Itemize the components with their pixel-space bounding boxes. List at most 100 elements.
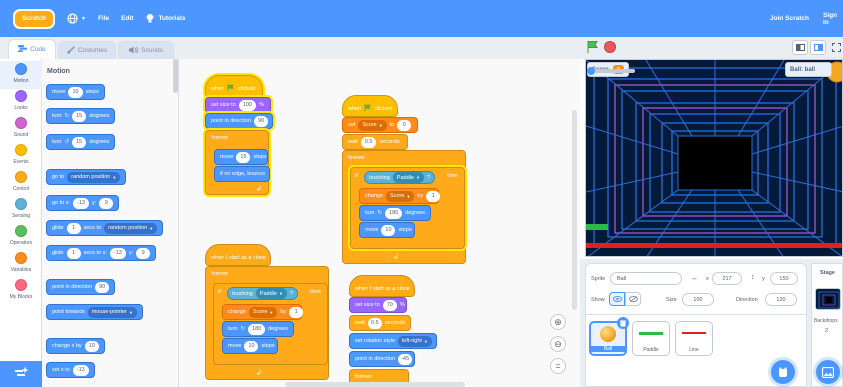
touching-condition[interactable]: touching Paddle ▼? xyxy=(364,171,435,184)
block-input[interactable]: 180 xyxy=(385,207,403,219)
if-then-block[interactable]: if touching Paddle ▼? then change Score ▼ by 1… xyxy=(350,167,465,249)
language-menu[interactable]: ▼ xyxy=(67,13,86,24)
goto-dropdown[interactable]: random position ▼ xyxy=(67,171,121,183)
palette-point-towards-block[interactable]: point towards mouse-pointer ▼ xyxy=(46,304,143,320)
set-rotation-style-block[interactable]: set rotation style left-right ▼ xyxy=(349,333,437,349)
category-sensing[interactable]: Sensing xyxy=(0,196,42,224)
move-steps-block[interactable]: move 10 steps xyxy=(359,222,415,238)
ball-monitor[interactable]: Ball: ball xyxy=(785,62,833,77)
block-input[interactable]: -45 xyxy=(398,353,413,365)
block-input[interactable]: 10 xyxy=(381,224,396,236)
block-input[interactable]: 9 xyxy=(99,197,114,209)
block-input[interactable]: 10 xyxy=(84,340,99,352)
green-flag-button[interactable] xyxy=(586,40,600,56)
block-input[interactable]: -13 xyxy=(73,197,89,209)
block-input[interactable]: 180 xyxy=(248,323,266,335)
palette-scrollbar[interactable] xyxy=(173,59,178,93)
palette-turn-right-block[interactable]: turn ↻ 15 degrees xyxy=(46,108,116,124)
category-motion[interactable]: Motion xyxy=(0,61,42,89)
tab-code[interactable]: Code xyxy=(8,39,56,59)
stage[interactable] xyxy=(585,59,843,257)
category-variables[interactable]: Variables xyxy=(0,250,42,278)
scratch-logo[interactable]: Scratch xyxy=(13,8,55,29)
tutorials-menu[interactable]: Tutorials xyxy=(145,13,185,24)
category-control[interactable]: Control xyxy=(0,169,42,197)
block-input[interactable]: 70 xyxy=(382,299,397,311)
tab-costumes[interactable]: Costumes xyxy=(58,41,116,59)
forever-block[interactable]: forever if touching Paddle ▼? then change S… xyxy=(342,150,466,264)
stop-button[interactable] xyxy=(604,41,616,53)
palette-glide-block[interactable]: glide 1 secs to random position ▼ xyxy=(46,220,164,236)
touching-condition[interactable]: touching Paddle ▼? xyxy=(227,287,298,300)
rotation-style-dropdown[interactable]: left-right ▼ xyxy=(398,335,432,347)
block-input[interactable]: 15 xyxy=(72,110,87,122)
set-variable-block[interactable]: set Score ▼ to 0 xyxy=(342,117,418,133)
workspace-scrollbar-horizontal[interactable] xyxy=(285,382,465,387)
show-visible-button[interactable] xyxy=(609,292,625,306)
palette-turn-left-block[interactable]: turn ↺ 15 degrees xyxy=(46,134,116,150)
sprite-tile-paddle[interactable]: Paddle xyxy=(632,321,670,356)
fullscreen-button[interactable] xyxy=(830,40,843,55)
palette-goto-xy-block[interactable]: go to x: -13 y: 9 xyxy=(46,195,120,211)
touching-dropdown[interactable]: Paddle ▼ xyxy=(392,172,424,183)
large-stage-button[interactable] xyxy=(810,40,826,55)
x-input[interactable]: 217 xyxy=(712,272,742,285)
file-menu[interactable]: File xyxy=(98,15,109,22)
slider-handle[interactable] xyxy=(587,67,595,75)
direction-input[interactable]: 120 xyxy=(765,293,797,306)
block-input[interactable]: 1 xyxy=(289,306,304,318)
palette-move-block[interactable]: move 10 steps xyxy=(46,84,105,100)
block-input[interactable]: 10 xyxy=(244,340,259,352)
change-variable-block[interactable]: change Score ▼ by 1 xyxy=(222,304,304,320)
turn-block[interactable]: turn ↻ 180 degrees xyxy=(359,205,431,221)
move-steps-block[interactable]: move 10 steps xyxy=(222,338,278,354)
show-hidden-button[interactable] xyxy=(625,292,641,306)
block-input[interactable]: 90 xyxy=(254,115,269,127)
choose-sprite-button[interactable] xyxy=(771,360,795,384)
choose-backdrop-button[interactable] xyxy=(816,360,840,384)
block-input[interactable]: 9 xyxy=(136,247,151,259)
delete-sprite-button[interactable] xyxy=(617,317,629,329)
category-operators[interactable]: Operators xyxy=(0,223,42,251)
palette-change-x-block[interactable]: change x by 10 xyxy=(46,338,105,354)
edit-menu[interactable]: Edit xyxy=(121,15,133,22)
move-steps-block[interactable]: move 15 steps xyxy=(214,149,268,165)
block-input[interactable]: 90 xyxy=(95,281,110,293)
when-flag-clicked-hat[interactable]: when clicked xyxy=(205,75,263,97)
touching-dropdown[interactable]: Paddle ▼ xyxy=(255,288,287,299)
turn-block[interactable]: turn ↻ 180 degrees xyxy=(222,321,294,337)
palette-point-direction-block[interactable]: point in direction 90 xyxy=(46,279,116,295)
variable-dropdown[interactable]: Score ▼ xyxy=(249,306,278,318)
forever-block[interactable]: forever if touching Paddle ▼? then change S… xyxy=(205,266,329,380)
category-looks[interactable]: Looks xyxy=(0,88,42,116)
block-input[interactable]: 100 xyxy=(238,99,256,111)
when-flag-clicked-hat[interactable]: when clicked xyxy=(342,95,398,117)
script-workspace[interactable]: when clicked set size to 100% point in dir… xyxy=(179,59,580,387)
block-input[interactable]: 0.5 xyxy=(367,317,382,329)
forever-block[interactable]: forever move 15 steps if on edge, bounce ↲ xyxy=(205,130,270,195)
sign-in-link[interactable]: Sign in xyxy=(823,0,843,37)
category-events[interactable]: Events xyxy=(0,142,42,170)
glide-dropdown[interactable]: random position ▼ xyxy=(104,222,158,234)
small-stage-button[interactable] xyxy=(792,40,808,55)
wait-block[interactable]: wait 0.5 seconds xyxy=(342,134,408,150)
sprite-name-input[interactable]: Ball xyxy=(610,272,682,285)
bounce-block[interactable]: if on edge, bounce xyxy=(214,166,270,182)
zoom-in-button[interactable]: ⊕ xyxy=(550,314,566,330)
block-input[interactable]: 0.5 xyxy=(360,136,377,148)
block-input[interactable]: 1 xyxy=(66,247,81,259)
palette-glide-xy-block[interactable]: glide 1 secs to x: -13 y: 9 xyxy=(46,245,157,261)
sprite-tile-line[interactable]: Line xyxy=(675,321,713,356)
block-input[interactable]: 10 xyxy=(68,86,83,98)
size-input[interactable]: 100 xyxy=(682,293,714,306)
tab-sounds[interactable]: Sounds xyxy=(118,41,174,59)
point-in-direction-block[interactable]: point in direction 90 xyxy=(205,113,273,129)
category-my-blocks[interactable]: My Blocks xyxy=(0,277,42,305)
wait-block[interactable]: wait 0.5 seconds xyxy=(349,315,411,331)
block-input[interactable]: 15 xyxy=(72,136,87,148)
join-scratch-link[interactable]: Join Scratch xyxy=(770,0,809,37)
variable-dropdown[interactable]: Score ▼ xyxy=(358,119,387,131)
zoom-out-button[interactable]: ⊖ xyxy=(550,336,566,352)
block-input[interactable]: 15 xyxy=(236,151,251,163)
block-input[interactable]: -13 xyxy=(72,364,89,376)
